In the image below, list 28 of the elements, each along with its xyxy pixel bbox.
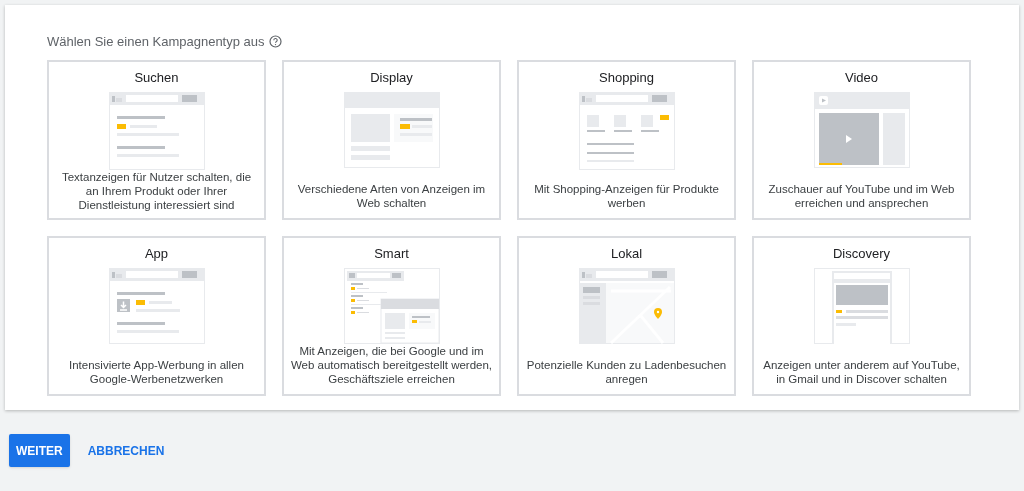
card-description: Mit Shopping-Anzeigen für Produkte werben	[533, 181, 720, 210]
card-description: Potenzielle Kunden zu Ladenbesuchen anregen	[525, 357, 728, 386]
card-title: Suchen	[134, 69, 179, 86]
campaign-type-card[interactable]: App Intensivierte App-Werbung in allen Google-Werbenetzwerken	[47, 235, 266, 396]
continue-button[interactable]: WEITER	[9, 434, 70, 467]
campaign-type-card[interactable]: Lokal Potenzielle Kunden zu Ladenbesuchen anregen	[517, 235, 736, 396]
help-icon[interactable]	[268, 35, 282, 49]
card-title: Discovery	[832, 245, 891, 262]
card-title: Lokal	[610, 245, 643, 262]
heading: Wählen Sie einen Kampagnentyp aus	[47, 33, 265, 51]
card-title: Video	[845, 69, 878, 86]
card-description: Intensivierte App-Werbung in allen Google-Werbenetzwerken	[68, 357, 245, 386]
campaign-type-card[interactable]: Suchen Textanzeigen für Nutzer schalten, die an Ihrem Produkt oder Ihrer Dienstleistung interessiert sind	[47, 59, 266, 220]
card-description: Verschiedene Arten von Anzeigen im Web schalten	[296, 181, 487, 210]
campaign-type-card[interactable]: Video Zuschauer auf YouTube und im Web erreichen und ansprechen	[752, 59, 971, 220]
card-title: Shopping	[599, 69, 654, 86]
campaign-type-card[interactable]: Display Verschiedene Arten von Anzeigen im Web schalten	[282, 59, 501, 220]
cancel-button[interactable]: ABBRECHEN	[85, 434, 167, 467]
campaign-type-card[interactable]: Smart Mit Anzeigen, die bei Google und im Web automatisch bereitgestellt werden, Geschäftsziele erreichen	[282, 235, 501, 396]
card-title: Smart	[374, 245, 409, 262]
campaign-type-card[interactable]: Discovery Anzeigen unter anderem auf YouTube, in Gmail und in Discover schalten	[752, 235, 971, 396]
card-description: Zuschauer auf YouTube und im Web erreichen und ansprechen	[767, 181, 956, 210]
card-title: Display	[370, 69, 413, 86]
card-description: Mit Anzeigen, die bei Google und im Web automatisch bereitgestellt werden, Geschäftsziele erreichen	[290, 343, 493, 386]
card-title: App	[144, 245, 169, 262]
campaign-type-card[interactable]: Shopping Mit Shopping-Anzeigen für Produkte werben	[517, 59, 736, 220]
card-description: Anzeigen unter anderem auf YouTube, in Gmail und in Discover schalten	[762, 357, 961, 386]
card-description: Textanzeigen für Nutzer schalten, die an Ihrem Produkt oder Ihrer Dienstleistung interessiert sind	[60, 169, 253, 212]
